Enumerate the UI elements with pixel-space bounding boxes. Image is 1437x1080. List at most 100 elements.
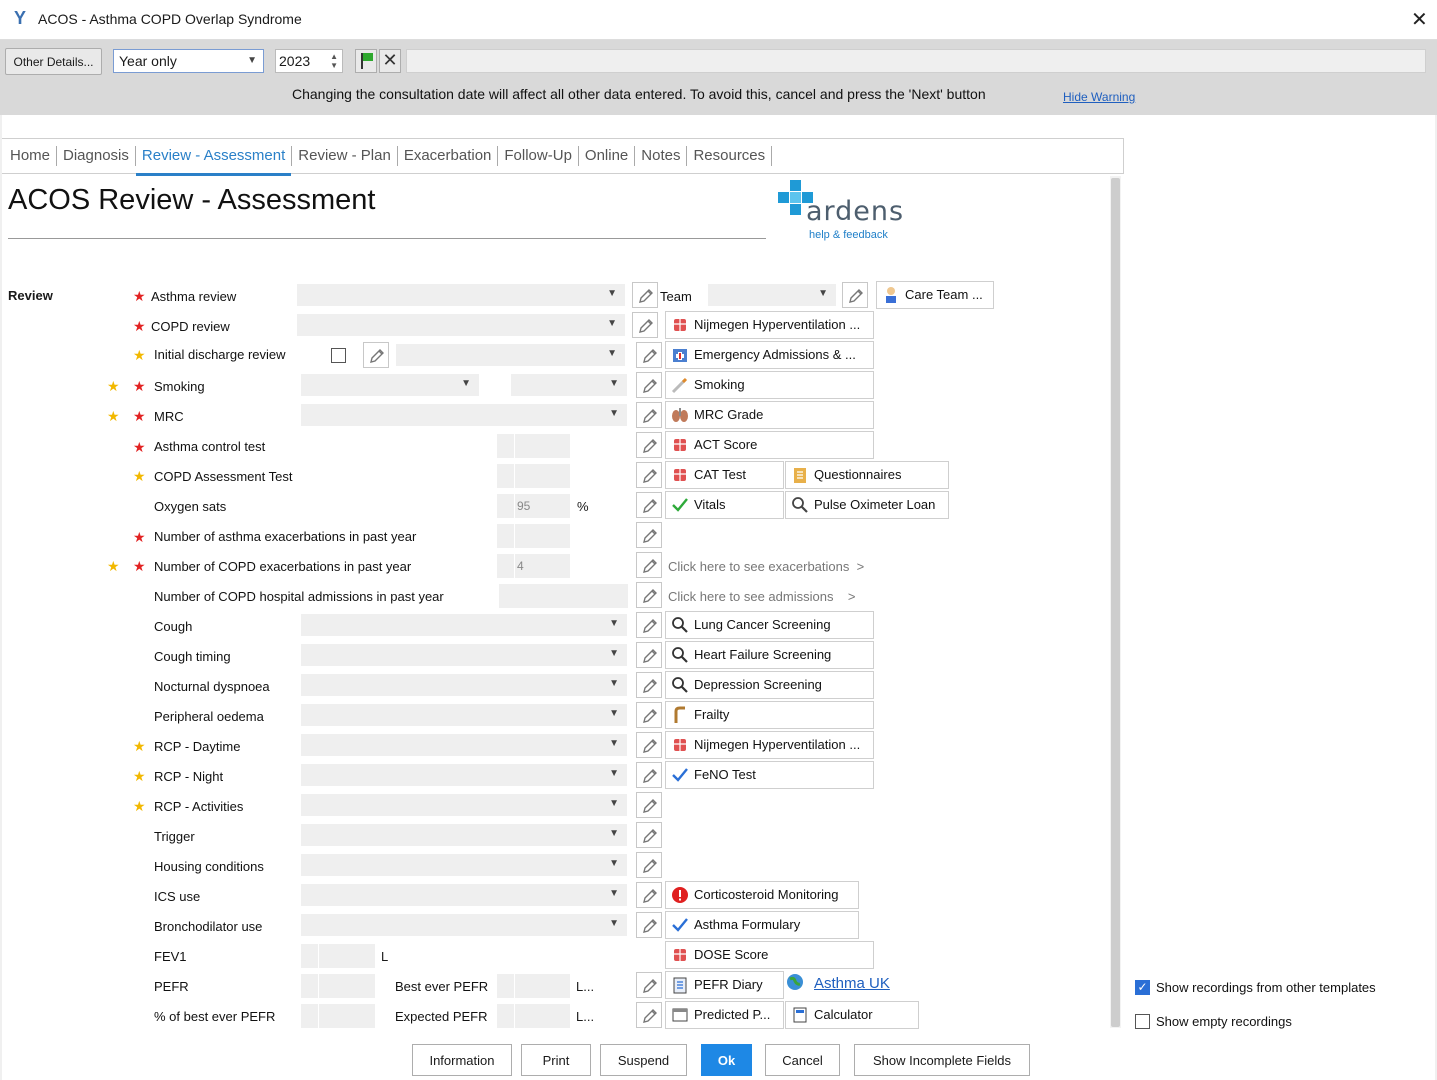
team-select[interactable]: ▼ [708, 284, 836, 306]
ics-select[interactable]: ▼ [301, 884, 627, 906]
suspend-button[interactable]: Suspend [600, 1044, 687, 1076]
date-mode-select[interactable]: Year only ▼ [113, 49, 264, 73]
information-button[interactable]: Information [412, 1044, 512, 1076]
edit-pencil-button[interactable] [632, 312, 658, 338]
tab-home[interactable]: Home [4, 146, 58, 166]
edit-pencil-button[interactable] [842, 282, 868, 308]
nocturnal-select[interactable]: ▼ [301, 674, 627, 696]
edit-pencil-button[interactable] [636, 582, 662, 608]
edit-pencil-button[interactable] [636, 522, 662, 548]
smoking-button[interactable]: Smoking [665, 371, 874, 399]
asthma-uk-link[interactable]: Asthma UK [814, 975, 890, 992]
tab-exacerbation[interactable]: Exacerbation [398, 146, 499, 166]
fev1-input[interactable] [301, 944, 375, 968]
act-input[interactable] [497, 434, 570, 458]
expected-pefr-input[interactable] [497, 1004, 570, 1028]
tab-review-assessment[interactable]: Review - Assessment [135, 146, 293, 176]
edit-pencil-button[interactable] [636, 642, 662, 668]
vitals-button[interactable]: Vitals [665, 491, 784, 519]
see-exacerbations-link[interactable]: Click here to see exacerbations > [668, 559, 864, 574]
edit-pencil-button[interactable] [636, 402, 662, 428]
asthma-exac-input[interactable] [497, 524, 570, 548]
nijmegen-button[interactable]: Nijmegen Hyperventilation ... [665, 311, 874, 339]
hide-warning-link[interactable]: Hide Warning [1063, 90, 1135, 104]
edit-pencil-button[interactable] [636, 972, 662, 998]
peripheral-select[interactable]: ▼ [301, 704, 627, 726]
tab-follow-up[interactable]: Follow-Up [498, 146, 579, 166]
help-feedback-link[interactable]: help & feedback [809, 229, 888, 241]
best-pefr-input[interactable] [497, 974, 570, 998]
edit-pencil-button[interactable] [636, 552, 662, 578]
housing-select[interactable]: ▼ [301, 854, 627, 876]
mrc-grade-button[interactable]: MRC Grade [665, 401, 874, 429]
pefr-input[interactable] [301, 974, 375, 998]
calculator-button[interactable]: Calculator [785, 1001, 919, 1029]
edit-pencil-button[interactable] [636, 852, 662, 878]
copd-review-select[interactable]: ▼ [297, 314, 625, 336]
tab-review-plan[interactable]: Review - Plan [292, 146, 398, 166]
initial-discharge-checkbox[interactable] [331, 348, 346, 363]
act-score-button[interactable]: ACT Score [665, 431, 874, 459]
edit-pencil-button[interactable] [636, 762, 662, 788]
smoking-select-2[interactable]: ▼ [511, 374, 627, 396]
copd-exac-input[interactable]: 4 [497, 554, 570, 578]
edit-pencil-button[interactable] [636, 342, 662, 368]
edit-pencil-button[interactable] [636, 822, 662, 848]
feno-button[interactable]: FeNO Test [665, 761, 874, 789]
rcp-act-select[interactable]: ▼ [301, 794, 627, 816]
cat-input[interactable] [497, 464, 570, 488]
cough-select[interactable]: ▼ [301, 614, 627, 636]
nijmegen-button-2[interactable]: Nijmegen Hyperventilation ... [665, 731, 874, 759]
smoking-select-1[interactable]: ▼ [301, 374, 479, 396]
edit-pencil-button[interactable] [636, 372, 662, 398]
cat-test-button[interactable]: CAT Test [665, 461, 784, 489]
edit-pencil-button[interactable] [636, 462, 662, 488]
questionnaires-button[interactable]: Questionnaires [785, 461, 949, 489]
corticosteroid-button[interactable]: Corticosteroid Monitoring [665, 881, 859, 909]
edit-pencil-button[interactable] [636, 882, 662, 908]
lung-cancer-button[interactable]: Lung Cancer Screening [665, 611, 874, 639]
initial-discharge-select[interactable]: ▼ [396, 344, 625, 366]
broncho-select[interactable]: ▼ [301, 914, 627, 936]
year-stepper[interactable]: 2023 ▲ ▼ [275, 49, 343, 73]
edit-pencil-button[interactable] [636, 1002, 662, 1028]
cough-timing-select[interactable]: ▼ [301, 644, 627, 666]
tab-diagnosis[interactable]: Diagnosis [57, 146, 136, 166]
flag-button[interactable] [355, 49, 377, 73]
edit-pencil-button[interactable] [636, 432, 662, 458]
scrollbar-thumb[interactable] [1111, 178, 1120, 1027]
edit-pencil-button[interactable] [636, 702, 662, 728]
see-admissions-link[interactable]: Click here to see admissions > [668, 589, 856, 604]
predicted-pefr-button[interactable]: Predicted P... [665, 1001, 784, 1029]
rcp-night-select[interactable]: ▼ [301, 764, 627, 786]
tab-resources[interactable]: Resources [687, 146, 773, 166]
show-empty-checkbox[interactable] [1135, 1014, 1150, 1029]
edit-pencil-button[interactable] [636, 912, 662, 938]
depression-button[interactable]: Depression Screening [665, 671, 874, 699]
brand-name[interactable]: ardens [806, 196, 904, 227]
care-team-button[interactable]: Care Team ... [876, 281, 994, 309]
cancel-button[interactable]: Cancel [765, 1044, 840, 1076]
asthma-formulary-button[interactable]: Asthma Formulary [665, 911, 859, 939]
close-icon[interactable]: ✕ [1411, 7, 1428, 32]
emergency-admissions-button[interactable]: Emergency Admissions & ... [665, 341, 874, 369]
pct-best-input[interactable] [301, 1004, 375, 1028]
edit-pencil-button[interactable] [632, 282, 658, 308]
edit-pencil-button[interactable] [636, 792, 662, 818]
trigger-select[interactable]: ▼ [301, 824, 627, 846]
rcp-day-select[interactable]: ▼ [301, 734, 627, 756]
clear-date-button[interactable]: ✕ [379, 49, 401, 73]
dose-score-button[interactable]: DOSE Score [665, 941, 874, 969]
edit-pencil-button[interactable] [363, 342, 389, 368]
edit-pencil-button[interactable] [636, 732, 662, 758]
print-button[interactable]: Print [521, 1044, 591, 1076]
tab-notes[interactable]: Notes [635, 146, 688, 166]
ok-button[interactable]: Ok [701, 1044, 752, 1076]
frailty-button[interactable]: Frailty [665, 701, 874, 729]
pefr-diary-button[interactable]: PEFR Diary [665, 971, 784, 999]
date-field[interactable] [406, 49, 1426, 73]
show-other-templates-checkbox[interactable]: ✓ [1135, 980, 1150, 995]
copd-hosp-input[interactable] [499, 584, 628, 608]
pulse-oximeter-button[interactable]: Pulse Oximeter Loan [785, 491, 949, 519]
other-details-button[interactable]: Other Details... [5, 48, 102, 75]
